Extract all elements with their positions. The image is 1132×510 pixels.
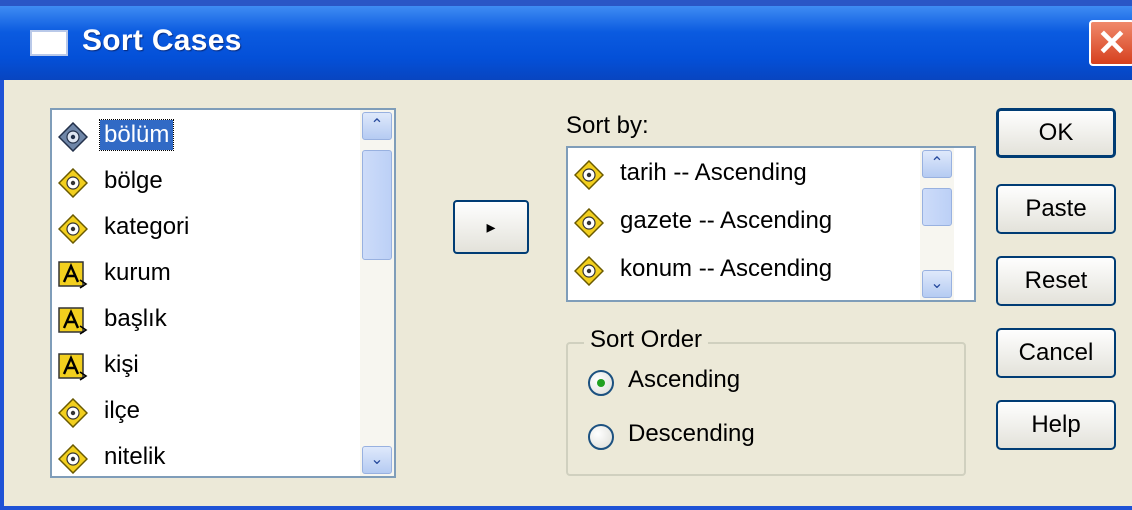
string-variable-icon bbox=[58, 352, 88, 382]
descending-radio[interactable] bbox=[588, 424, 614, 450]
sort-by-list[interactable]: tarih -- Ascending gazete -- Ascending kon… bbox=[566, 146, 976, 302]
list-item-label: konum -- Ascending bbox=[620, 255, 833, 282]
variable-list[interactable]: bölüm bölge kategori kurum başlık kişi ilçe nit… bbox=[50, 108, 396, 478]
numeric-variable-icon bbox=[57, 443, 89, 475]
numeric-variable-icon bbox=[57, 213, 89, 245]
right-arrow-icon: ▸ bbox=[486, 217, 496, 237]
numeric-variable-icon bbox=[573, 255, 605, 287]
numeric-variable-icon bbox=[57, 121, 89, 153]
help-button[interactable]: Help bbox=[996, 400, 1116, 450]
string-variable-icon bbox=[58, 306, 88, 336]
close-button[interactable]: ✕ bbox=[1089, 20, 1132, 66]
title-bar[interactable]: Sort Cases ✕ bbox=[0, 6, 1132, 80]
numeric-variable-icon bbox=[573, 159, 605, 191]
scroll-thumb[interactable] bbox=[362, 150, 392, 260]
sort-by-scrollbar[interactable]: ⌃ ⌄ bbox=[920, 148, 954, 300]
window-title: Sort Cases bbox=[82, 24, 242, 57]
string-variable-icon bbox=[58, 260, 88, 290]
list-item-label: tarih -- Ascending bbox=[620, 159, 807, 186]
list-item-label: kurum bbox=[104, 259, 171, 286]
cancel-button[interactable]: Cancel bbox=[996, 328, 1116, 378]
paste-button[interactable]: Paste bbox=[996, 184, 1116, 234]
list-item-label: kişi bbox=[104, 351, 139, 378]
reset-button[interactable]: Reset bbox=[996, 256, 1116, 306]
ascending-label[interactable]: Ascending bbox=[628, 366, 740, 394]
scroll-down-button[interactable]: ⌄ bbox=[362, 446, 392, 474]
variable-list-scrollbar[interactable]: ⌃ ⌄ bbox=[360, 110, 394, 476]
numeric-variable-icon bbox=[573, 207, 605, 239]
list-item-label: kategori bbox=[104, 213, 190, 240]
sort-order-group bbox=[566, 342, 966, 476]
window-icon bbox=[30, 30, 68, 56]
numeric-variable-icon bbox=[57, 397, 89, 429]
sort-cases-dialog: Sort Cases ✕ bölüm bölge kategori kurum başl… bbox=[0, 6, 1132, 510]
scroll-down-button[interactable]: ⌄ bbox=[922, 270, 952, 298]
list-item-label: başlık bbox=[104, 305, 167, 332]
ok-button[interactable]: OK bbox=[996, 108, 1116, 158]
list-item-label: gazete -- Ascending bbox=[620, 207, 833, 234]
list-item-label: ilçe bbox=[104, 397, 141, 424]
ascending-radio[interactable] bbox=[588, 370, 614, 396]
scroll-thumb[interactable] bbox=[922, 188, 952, 226]
list-item-label: nitelik bbox=[104, 443, 166, 470]
sort-order-label: Sort Order bbox=[584, 326, 709, 354]
numeric-variable-icon bbox=[57, 167, 89, 199]
scroll-up-button[interactable]: ⌃ bbox=[362, 112, 392, 140]
move-variable-button[interactable]: ▸ bbox=[453, 200, 529, 254]
scroll-up-button[interactable]: ⌃ bbox=[922, 150, 952, 178]
list-item-label: bölge bbox=[104, 167, 163, 194]
descending-label[interactable]: Descending bbox=[628, 420, 755, 448]
list-item-label: bölüm bbox=[98, 119, 175, 151]
sort-by-label: Sort by: bbox=[566, 112, 649, 139]
